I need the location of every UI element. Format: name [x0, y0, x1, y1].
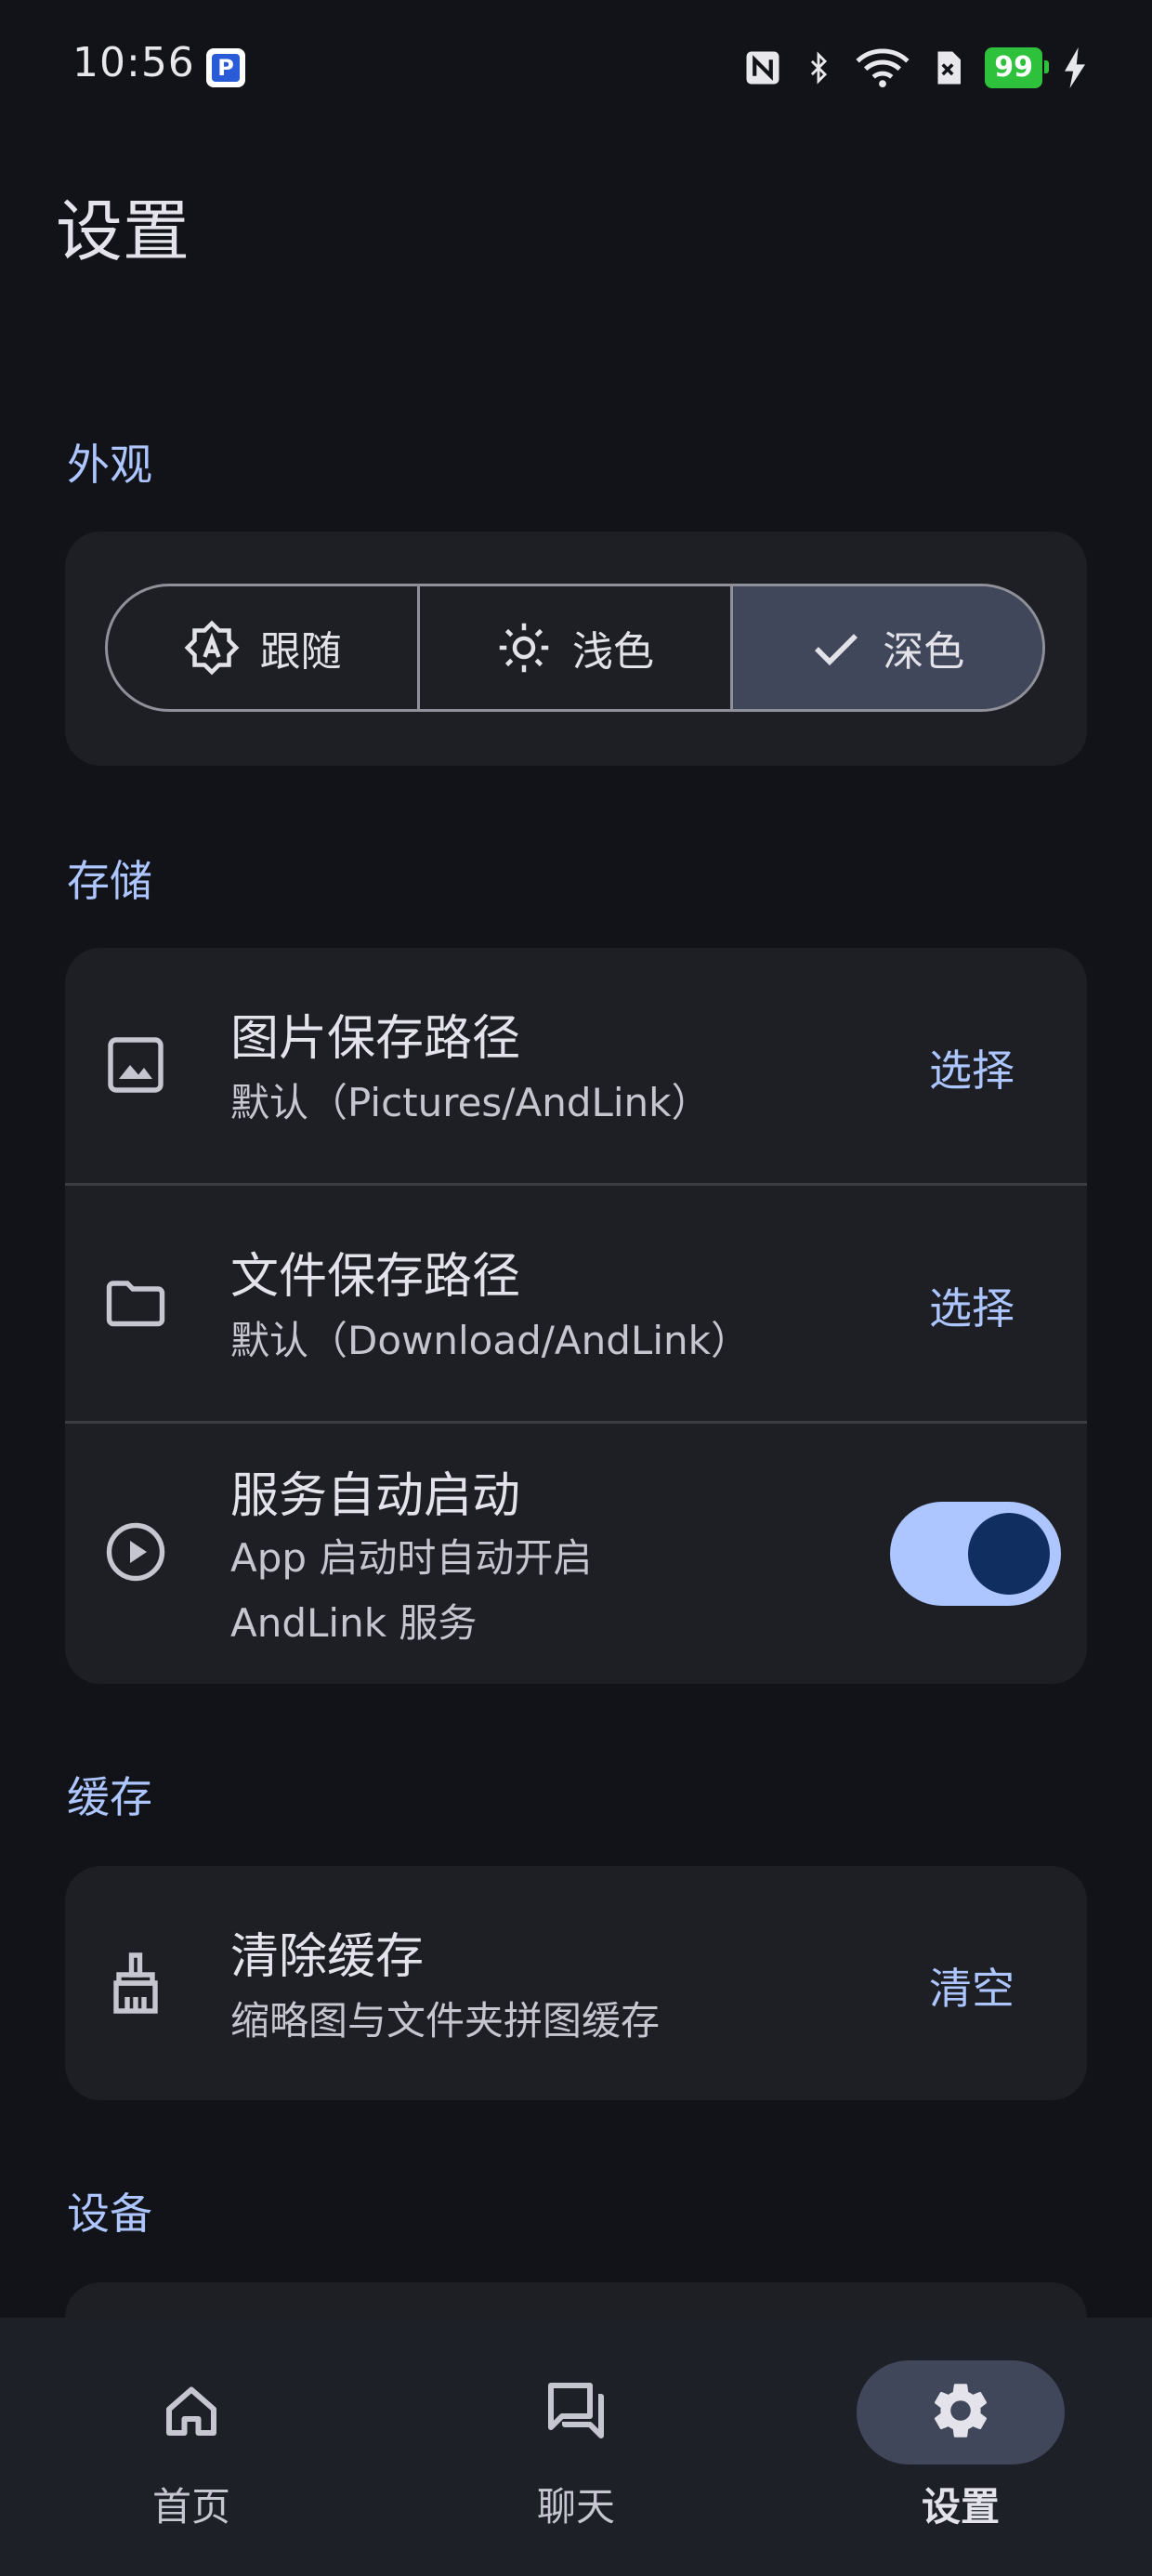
bluetooth-icon [811, 51, 828, 85]
wifi-icon [856, 48, 910, 88]
theme-option-label: 浅色 [571, 628, 654, 676]
folder-icon [106, 1281, 165, 1327]
nav-item-chat[interactable]: 聊天 [437, 2318, 715, 2576]
play-circle-icon [106, 1522, 165, 1582]
status-icons: 99 [743, 45, 1087, 91]
clear-cache-title: 清除缓存 [230, 1929, 425, 1985]
auto-start-toggle[interactable] [890, 1502, 1061, 1606]
status-bar: 10:56 P 99 [0, 0, 1152, 139]
auto-start-subtitle: AndLink 服务 [230, 1600, 478, 1646]
clear-cache-button[interactable]: 清空 [929, 1955, 1015, 2017]
file-path-select-button[interactable]: 选择 [929, 1275, 1015, 1336]
appearance-card: 跟随 浅色 深色 [65, 532, 1087, 766]
nfc-icon [746, 51, 779, 85]
app-notification-icon: P [206, 48, 245, 87]
file-path-title: 文件保存路径 [230, 1249, 521, 1305]
nav-label: 设置 [921, 2484, 1000, 2530]
no-sim-icon [937, 51, 962, 85]
nav-label: 首页 [151, 2484, 230, 2530]
battery-indicator: 99 [985, 47, 1049, 88]
status-time: 10:56 [72, 39, 195, 86]
image-path-select-button[interactable]: 选择 [929, 1037, 1015, 1098]
theme-segmented-control: 跟随 浅色 深色 [105, 584, 1045, 712]
theme-option-label: 跟随 [259, 628, 342, 676]
brightness-auto-icon [184, 620, 240, 676]
file-path-row[interactable]: 文件保存路径 默认（Download/AndLink） 选择 [65, 1186, 1087, 1421]
section-label-cache: 缓存 [67, 1772, 152, 1822]
file-path-subtitle: 默认（Download/AndLink） [230, 1318, 750, 1363]
section-label-device: 设备 [67, 2188, 152, 2239]
auto-start-subtitle: App 启动时自动开启 [230, 1535, 593, 1581]
auto-start-title: 服务自动启动 [230, 1468, 521, 1524]
nav-item-home[interactable]: 首页 [52, 2318, 331, 2576]
nav-label: 聊天 [536, 2484, 615, 2530]
clear-cache-subtitle: 缩略图与文件夹拼图缓存 [230, 1998, 661, 2044]
toggle-knob [968, 1513, 1050, 1595]
chat-icon [548, 2383, 604, 2438]
theme-option-light[interactable]: 浅色 [417, 586, 729, 709]
nav-item-settings[interactable]: 设置 [821, 2318, 1100, 2576]
storage-card: 图片保存路径 默认（Pictures/AndLink） 选择 文件保存路径 默认… [65, 948, 1087, 1684]
image-path-title: 图片保存路径 [230, 1011, 521, 1067]
section-label-storage: 存储 [67, 856, 152, 906]
section-label-appearance: 外观 [67, 440, 152, 490]
sun-icon [499, 623, 549, 673]
gear-icon [934, 2384, 988, 2438]
check-icon [815, 634, 858, 666]
theme-option-dark[interactable]: 深色 [729, 586, 1042, 709]
clear-cache-row[interactable]: 清除缓存 缩略图与文件夹拼图缓存 清空 [65, 1866, 1087, 2100]
bottom-navigation: 首页 聊天 设置 [0, 2318, 1152, 2576]
cache-card: 清除缓存 缩略图与文件夹拼图缓存 清空 [65, 1866, 1087, 2100]
auto-start-row[interactable]: 服务自动启动 App 启动时自动开启 AndLink 服务 [65, 1424, 1087, 1684]
charging-icon [1065, 47, 1085, 88]
page-title: 设置 [56, 192, 190, 270]
image-path-row[interactable]: 图片保存路径 默认（Pictures/AndLink） 选择 [65, 948, 1087, 1183]
image-path-subtitle: 默认（Pictures/AndLink） [230, 1080, 711, 1125]
image-icon [108, 1037, 164, 1093]
broom-icon [113, 1952, 158, 2014]
theme-option-follow[interactable]: 跟随 [108, 586, 417, 709]
theme-option-label: 深色 [883, 628, 965, 676]
home-icon [166, 2386, 216, 2436]
